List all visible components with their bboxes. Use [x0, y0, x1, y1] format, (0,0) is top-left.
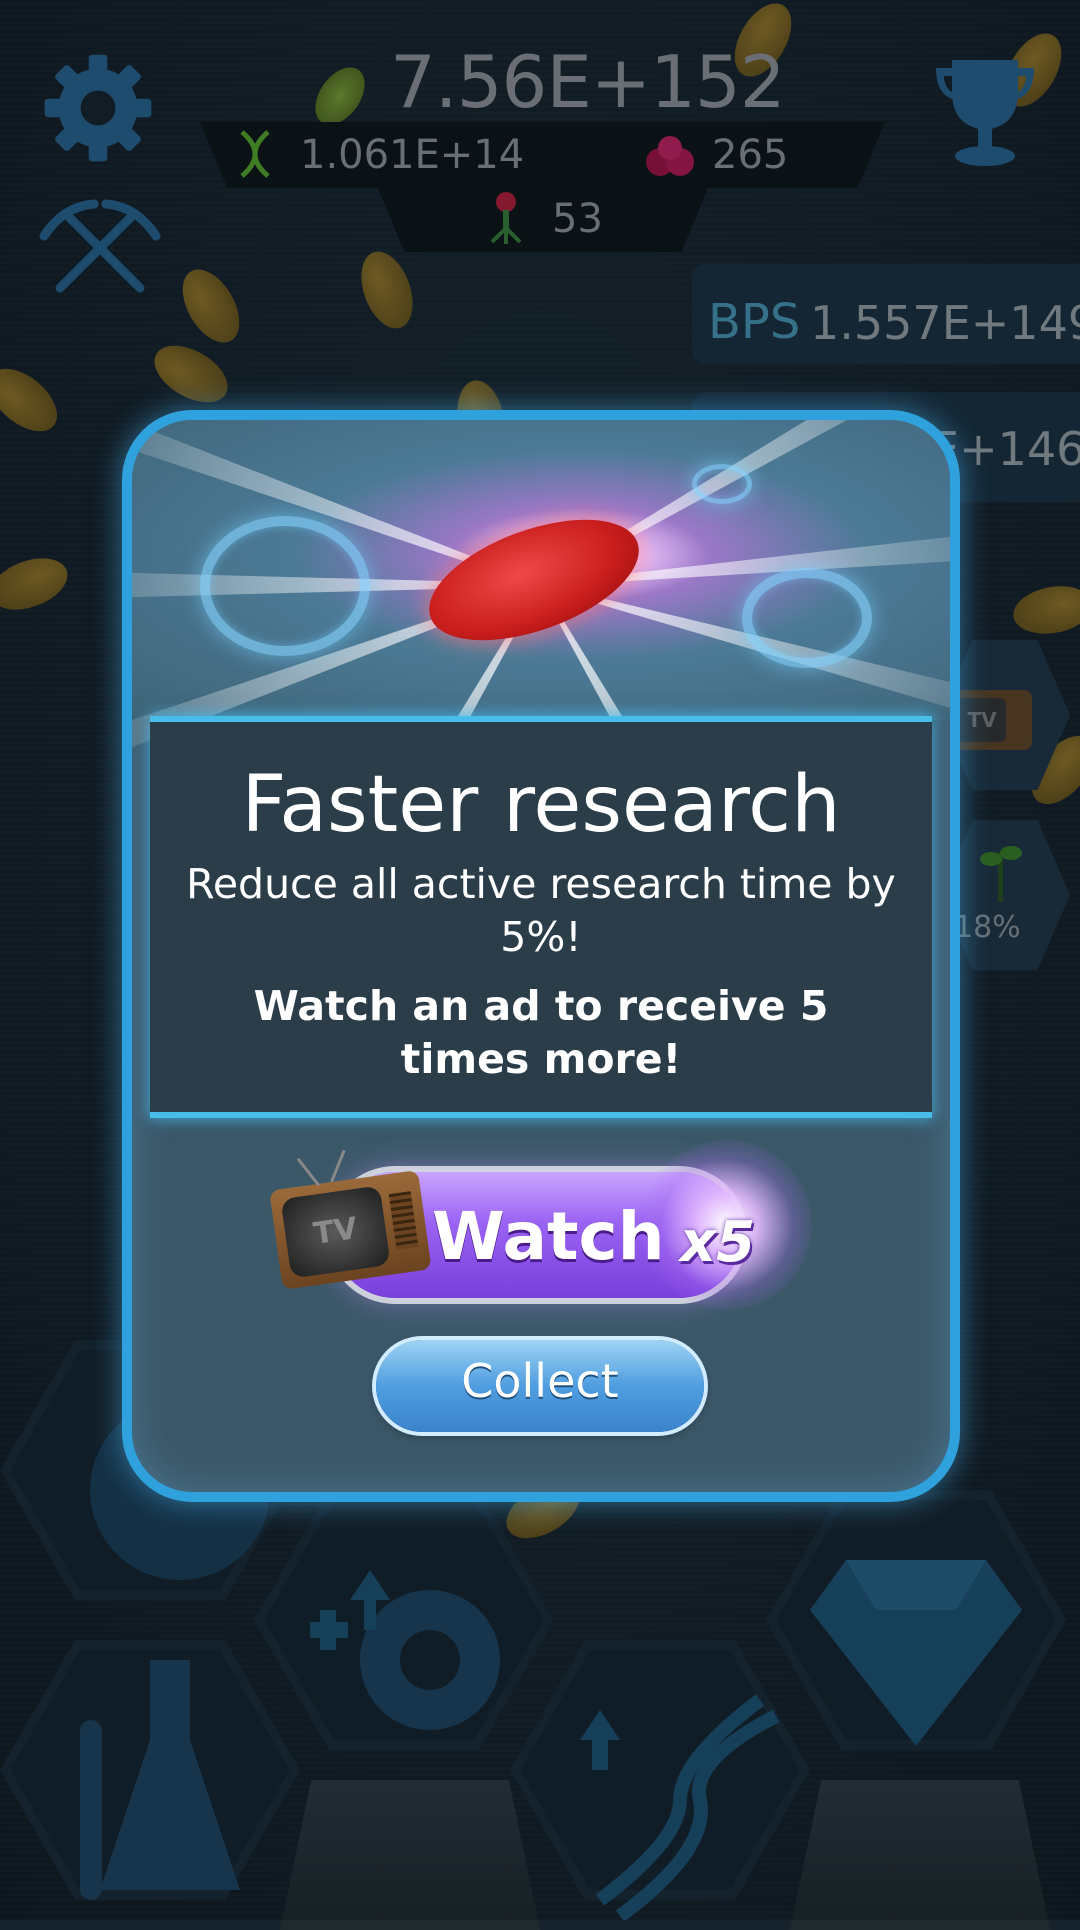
- clock-icon: [742, 568, 872, 668]
- collect-button[interactable]: Collect: [376, 1340, 704, 1432]
- faster-research-popup: Faster research Reduce all active resear…: [132, 420, 950, 1492]
- tv-icon[interactable]: TV: [266, 1149, 432, 1290]
- clock-icon: [200, 516, 370, 656]
- collect-button-label[interactable]: Collect: [376, 1354, 704, 1408]
- bacterium-icon: [413, 495, 655, 665]
- clock-icon: [692, 464, 752, 504]
- watch-button-label[interactable]: Watch: [432, 1198, 665, 1275]
- ad-offer-text: Watch an ad to receive 5 times more!: [253, 982, 829, 1083]
- popup-banner: [132, 420, 950, 720]
- tv-antenna: [330, 1149, 346, 1183]
- tv-antenna: [296, 1157, 321, 1187]
- popup-description: Reduce all active research time by 5%!: [186, 860, 896, 961]
- watch-multiplier[interactable]: x5: [680, 1210, 755, 1275]
- popup-title: Faster research: [241, 760, 841, 850]
- tv-screen-label: TV: [280, 1185, 391, 1279]
